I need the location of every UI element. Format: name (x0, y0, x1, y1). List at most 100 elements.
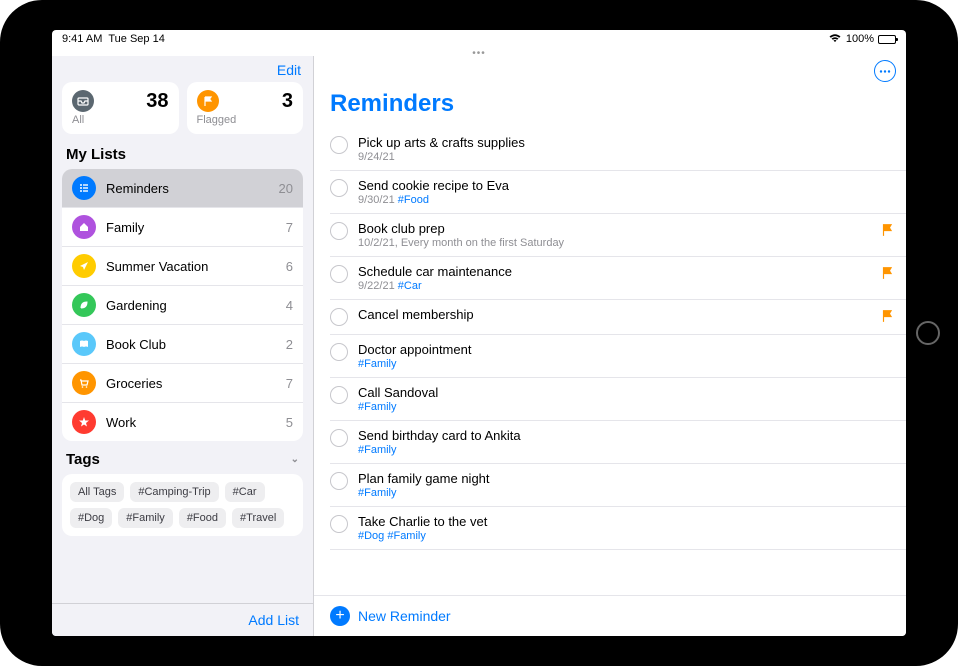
tag-chip[interactable]: #Camping-Trip (130, 482, 218, 502)
battery-pct: 100% (846, 33, 874, 45)
reminder-title: Doctor appointment (358, 342, 894, 357)
reminder-item[interactable]: Pick up arts & crafts supplies 9/24/21 (330, 128, 906, 171)
add-list-button[interactable]: Add List (248, 612, 299, 628)
new-reminder-button[interactable]: + New Reminder (314, 595, 906, 636)
reminder-subtitle: #Dog #Family (358, 530, 894, 542)
more-button[interactable] (874, 60, 896, 82)
reminder-subtitle: 9/24/21 (358, 151, 894, 163)
list-count: 7 (286, 376, 293, 391)
cart-icon (72, 371, 96, 395)
reminder-item[interactable]: Plan family game night #Family (330, 464, 906, 507)
reminder-title: Cancel membership (358, 307, 870, 322)
list-count: 4 (286, 298, 293, 313)
reminder-checkbox[interactable] (330, 515, 348, 533)
reminder-checkbox[interactable] (330, 265, 348, 283)
reminder-checkbox[interactable] (330, 386, 348, 404)
reminder-checkbox[interactable] (330, 179, 348, 197)
page-title: Reminders (314, 82, 906, 128)
tag-chip[interactable]: #Family (118, 508, 173, 528)
wifi-icon (828, 33, 842, 46)
sidebar-list-gardening[interactable]: Gardening 4 (62, 286, 303, 325)
list-name: Book Club (106, 337, 276, 352)
flag-icon (880, 309, 894, 327)
tags-header[interactable]: Tags ⌄ (52, 441, 313, 474)
edit-button[interactable]: Edit (277, 62, 301, 78)
flagged-icon (197, 90, 219, 112)
leaf-icon (72, 293, 96, 317)
all-icon (72, 90, 94, 112)
reminder-title: Schedule car maintenance (358, 264, 870, 279)
book-icon (72, 332, 96, 356)
reminder-subtitle: #Family (358, 444, 894, 456)
list-name: Groceries (106, 376, 276, 391)
reminder-subtitle: 10/2/21, Every month on the first Saturd… (358, 237, 870, 249)
reminder-title: Pick up arts & crafts supplies (358, 135, 894, 150)
reminder-title: Take Charlie to the vet (358, 514, 894, 529)
reminder-title: Book club prep (358, 221, 870, 236)
smart-list-count: 38 (146, 90, 168, 126)
status-bar: 9:41 AM Tue Sep 14 100% (52, 30, 906, 48)
sidebar-list-groceries[interactable]: Groceries 7 (62, 364, 303, 403)
smart-list-label: Flagged (197, 114, 237, 126)
tag-chip[interactable]: #Car (225, 482, 265, 502)
list-name: Work (106, 415, 276, 430)
reminder-title: Plan family game night (358, 471, 894, 486)
tag-chip[interactable]: #Dog (70, 508, 112, 528)
flag-icon (880, 223, 894, 241)
list-name: Family (106, 220, 276, 235)
list-icon (72, 176, 96, 200)
sidebar-list-reminders[interactable]: Reminders 20 (62, 169, 303, 208)
chevron-down-icon: ⌄ (291, 454, 299, 465)
list-name: Summer Vacation (106, 259, 276, 274)
reminder-title: Send birthday card to Ankita (358, 428, 894, 443)
status-date: Tue Sep 14 (108, 33, 164, 45)
multitask-handle[interactable]: ••• (52, 48, 906, 56)
reminder-item[interactable]: Book club prep 10/2/21, Every month on t… (330, 214, 906, 257)
reminder-checkbox[interactable] (330, 308, 348, 326)
sidebar-list-work[interactable]: Work 5 (62, 403, 303, 441)
home-button[interactable] (916, 321, 940, 345)
sidebar-list-summer-vacation[interactable]: Summer Vacation 6 (62, 247, 303, 286)
reminder-subtitle: 9/22/21 #Car (358, 280, 870, 292)
reminder-checkbox[interactable] (330, 136, 348, 154)
reminder-item[interactable]: Send cookie recipe to Eva 9/30/21 #Food (330, 171, 906, 214)
ipad-frame: 9:41 AM Tue Sep 14 100% ••• Edit Al (0, 0, 958, 666)
reminder-subtitle: #Family (358, 487, 894, 499)
reminder-title: Call Sandoval (358, 385, 894, 400)
flag-icon (880, 266, 894, 284)
sidebar: Edit All 38 Flagged 3 My Lists Reminders… (52, 56, 314, 636)
reminder-item[interactable]: Schedule car maintenance 9/22/21 #Car (330, 257, 906, 300)
reminder-item[interactable]: Call Sandoval #Family (330, 378, 906, 421)
reminder-checkbox[interactable] (330, 343, 348, 361)
list-count: 7 (286, 220, 293, 235)
reminder-item[interactable]: Doctor appointment #Family (330, 335, 906, 378)
sidebar-list-family[interactable]: Family 7 (62, 208, 303, 247)
reminder-item[interactable]: Take Charlie to the vet #Dog #Family (330, 507, 906, 550)
smart-list-all[interactable]: All 38 (62, 82, 179, 134)
reminder-checkbox[interactable] (330, 472, 348, 490)
reminder-item[interactable]: Send birthday card to Ankita #Family (330, 421, 906, 464)
battery-icon (878, 35, 896, 44)
status-time: 9:41 AM (62, 33, 102, 45)
main-panel: Reminders Pick up arts & crafts supplies… (314, 56, 906, 636)
plane-icon (72, 254, 96, 278)
reminder-checkbox[interactable] (330, 222, 348, 240)
tag-chip[interactable]: #Travel (232, 508, 284, 528)
my-lists-header: My Lists (52, 144, 313, 169)
list-name: Reminders (106, 181, 269, 196)
list-count: 6 (286, 259, 293, 274)
screen: 9:41 AM Tue Sep 14 100% ••• Edit Al (52, 30, 906, 636)
reminder-subtitle: #Family (358, 401, 894, 413)
tag-chip[interactable]: #Food (179, 508, 226, 528)
smart-list-flagged[interactable]: Flagged 3 (187, 82, 304, 134)
smart-list-label: All (72, 114, 94, 126)
list-name: Gardening (106, 298, 276, 313)
reminder-checkbox[interactable] (330, 429, 348, 447)
sidebar-list-book-club[interactable]: Book Club 2 (62, 325, 303, 364)
plus-icon: + (330, 606, 350, 626)
reminder-item[interactable]: Cancel membership (330, 300, 906, 335)
tag-chip[interactable]: All Tags (70, 482, 124, 502)
star-icon (72, 410, 96, 434)
list-count: 20 (279, 181, 293, 196)
reminder-subtitle: 9/30/21 #Food (358, 194, 894, 206)
